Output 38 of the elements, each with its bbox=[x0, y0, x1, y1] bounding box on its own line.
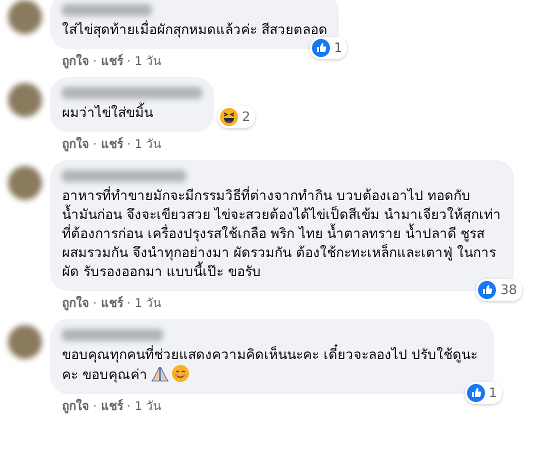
comment-text: ผมว่าไข่ใส่ขมิ้น bbox=[62, 104, 202, 123]
separator-dot: · bbox=[93, 295, 97, 311]
laughing-face-icon bbox=[220, 108, 238, 126]
comment-time: 1 วัน bbox=[134, 136, 162, 152]
avatar[interactable] bbox=[8, 325, 42, 359]
like-link[interactable]: ถูกใจ bbox=[62, 136, 89, 152]
avatar[interactable] bbox=[8, 0, 42, 34]
comment-time: 1 วัน bbox=[134, 53, 162, 69]
reaction-badge[interactable]: 1 bbox=[310, 37, 348, 59]
separator-dot: · bbox=[93, 398, 97, 414]
reaction-badge[interactable]: 1 bbox=[464, 382, 502, 404]
separator-dot: · bbox=[126, 136, 131, 152]
smiling-face-icon bbox=[172, 365, 190, 382]
avatar[interactable] bbox=[8, 166, 42, 200]
share-link[interactable]: แชร์ bbox=[100, 398, 123, 414]
like-link[interactable]: ถูกใจ bbox=[62, 295, 89, 311]
like-link[interactable]: ถูกใจ bbox=[62, 53, 89, 69]
comment-time: 1 วัน bbox=[134, 398, 162, 414]
share-link[interactable]: แชร์ bbox=[100, 53, 123, 69]
reaction-badge[interactable]: 38 bbox=[476, 279, 522, 301]
separator-dot: · bbox=[126, 295, 131, 311]
reaction-badge[interactable]: 2 bbox=[218, 106, 256, 128]
comment-text: ใส่ไข่สุดท้ายเมื่อผักสุกหมดแล้วค่ะ สีสวยตลอด bbox=[62, 21, 328, 40]
separator-dot: · bbox=[93, 136, 97, 152]
thumbs-up-icon bbox=[466, 384, 485, 402]
thumbs-up-icon bbox=[312, 39, 330, 57]
share-link[interactable]: แชร์ bbox=[100, 136, 123, 152]
comment-text: ขอบคุณทุกคนที่ช่วยแสดงความคิดเห็นนะคะ เดี๋ยวจะลองไป ปรับใช้ดูนะคะ ขอบคุณค่า bbox=[62, 346, 482, 385]
thumbs-up-icon bbox=[478, 281, 496, 299]
comment-text: อาหารที่ทำขายมักจะมีกรรมวิธีที่ต่างจากทำกิน บวบต้องเอาไป ทอดกับน้ำมันก่อน จึงจะเขียวสวย ไข่จะสวยต้องได้ไข่เป็ดสีเข้ม นำมาเจียวให้สุกเท่าที่ต้องการก่อน เครื่องปรุงรสใช้เกลือ พริก ไทย น้ำตาลทราย น้ำปลาดี ชูรส ผสมรวมกัน จึงนำทุกอย่างมา ผัดรวมกัน ต้องใช้กะทะเหล็กและเตาฟู่ ในการผัด รับรองออกมา แบบนี้เป๊ะ ขอรับ bbox=[62, 187, 502, 282]
comment-time: 1 วัน bbox=[134, 295, 162, 311]
avatar[interactable] bbox=[8, 83, 42, 117]
praying-hands-icon bbox=[151, 366, 170, 382]
separator-dot: · bbox=[126, 398, 131, 414]
separator-dot: · bbox=[93, 53, 97, 69]
separator-dot: · bbox=[126, 53, 131, 69]
like-link[interactable]: ถูกใจ bbox=[62, 398, 89, 414]
share-link[interactable]: แชร์ bbox=[100, 295, 123, 311]
